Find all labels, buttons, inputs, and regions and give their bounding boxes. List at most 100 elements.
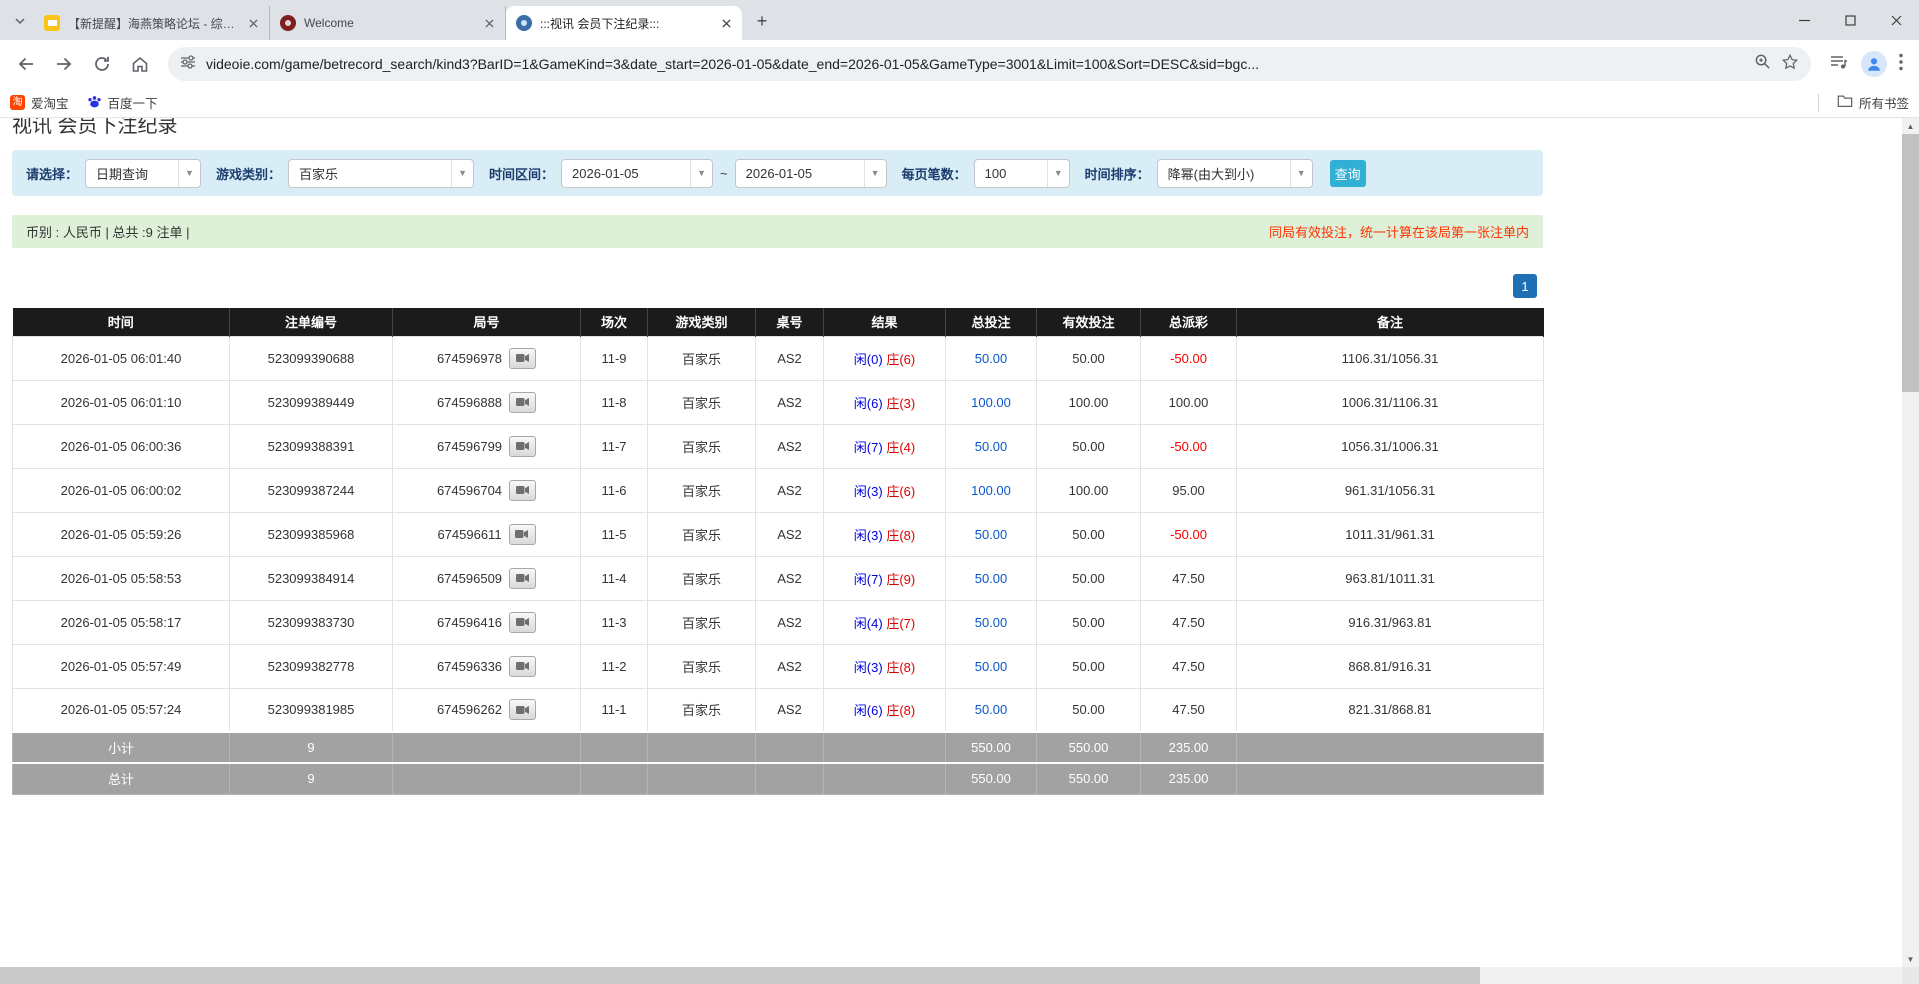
scroll-up-icon[interactable]: ▲ [1902,118,1919,134]
result-banker: 庄(8) [886,703,915,718]
forward-icon[interactable] [48,48,80,80]
video-replay-button[interactable] [509,524,536,545]
site-info-icon[interactable] [180,54,196,75]
total-bet-link[interactable]: 50.00 [975,439,1008,454]
bet-record-row: 2026-01-05 06:01:40523099390688674596978… [13,336,1544,380]
payout-value: 47.50 [1172,659,1205,674]
video-replay-button[interactable] [509,568,536,589]
date-end-select[interactable]: 2026-01-05 ▼ [735,159,887,188]
cell-result: 闲(3) 庄(6) [824,468,946,512]
tab-close-icon[interactable] [718,15,734,31]
browser-tab-active[interactable]: :::视讯 会员下注纪录::: [506,6,742,40]
total-bet-link[interactable]: 50.00 [975,615,1008,630]
home-icon[interactable] [124,48,156,80]
tab-search-chevron-icon[interactable] [6,7,34,35]
query-type-select[interactable]: 日期查询 ▼ [85,159,201,188]
footer-cell [824,732,946,763]
total-bet-link[interactable]: 50.00 [975,702,1008,717]
close-window-icon[interactable] [1873,0,1919,40]
cell-table-no: AS2 [756,336,824,380]
total-bet-link[interactable]: 100.00 [971,395,1011,410]
media-controls-icon[interactable] [1829,52,1849,77]
tab-close-icon[interactable] [481,15,497,31]
scroll-down-icon[interactable]: ▼ [1902,951,1919,967]
video-replay-button[interactable] [509,699,536,720]
cell-bet-id: 523099381985 [230,688,393,732]
cell-session: 11-1 [581,688,648,732]
menu-dots-icon[interactable] [1899,53,1903,76]
result-player: 闲(0) [854,352,883,367]
result-banker: 庄(3) [886,396,915,411]
round-number: 674596416 [437,615,502,630]
address-bar[interactable]: videoie.com/game/betrecord_search/kind3?… [168,47,1811,81]
video-replay-button[interactable] [509,392,536,413]
video-replay-button[interactable] [509,656,536,677]
profile-avatar[interactable] [1861,51,1887,77]
total-bet-link[interactable]: 50.00 [975,527,1008,542]
video-replay-button[interactable] [509,436,536,457]
footer-cell: 小计 [13,732,230,763]
cell-payout: -50.00 [1141,512,1237,556]
cell-bet-id: 523099382778 [230,644,393,688]
cell-total-bet: 50.00 [946,644,1037,688]
date-start-select[interactable]: 2026-01-05 ▼ [561,159,713,188]
cell-note: 1011.31/961.31 [1237,512,1544,556]
cell-total-bet: 50.00 [946,600,1037,644]
result-player: 闲(3) [854,484,883,499]
tab-favicon [516,15,532,31]
total-bet-link[interactable]: 100.00 [971,483,1011,498]
tab-close-icon[interactable] [245,15,261,31]
search-button[interactable]: 查询 [1330,160,1366,187]
horizontal-scrollbar[interactable] [0,967,1902,984]
footer-cell [1237,732,1544,763]
payout-value: 47.50 [1172,702,1205,717]
cell-result: 闲(7) 庄(9) [824,556,946,600]
per-page-select[interactable]: 100 ▼ [974,159,1070,188]
bookmark-taobao[interactable]: 淘 爱淘宝 [10,93,69,112]
cell-session: 11-3 [581,600,648,644]
new-tab-button[interactable]: + [748,7,776,35]
footer-cell: 235.00 [1141,763,1237,794]
cell-time: 2026-01-05 05:58:17 [13,600,230,644]
game-type-select[interactable]: 百家乐 ▼ [288,159,474,188]
bookmarks-bar: 淘 爱淘宝 百度一下 所有书签 [0,88,1919,118]
minimize-icon[interactable] [1781,0,1827,40]
video-replay-button[interactable] [509,348,536,369]
cell-note: 821.31/868.81 [1237,688,1544,732]
cell-session: 11-8 [581,380,648,424]
cell-session: 11-9 [581,336,648,380]
sort-order-select[interactable]: 降幂(由大到小) ▼ [1157,159,1313,188]
maximize-icon[interactable] [1827,0,1873,40]
vertical-scrollbar-thumb[interactable] [1902,134,1919,392]
video-replay-button[interactable] [509,480,536,501]
total-bet-link[interactable]: 50.00 [975,351,1008,366]
video-replay-button[interactable] [509,612,536,633]
all-bookmarks[interactable]: 所有书签 [1837,93,1909,112]
chevron-down-icon: ▼ [451,160,473,187]
footer-cell [756,732,824,763]
browser-tab[interactable]: 【新提醒】海燕策略论坛 - 综合... [34,6,270,40]
reload-icon[interactable] [86,48,118,80]
cell-bet-id: 523099390688 [230,336,393,380]
date-range-tilde: ~ [720,166,728,181]
horizontal-scrollbar-thumb[interactable] [0,967,1480,984]
bookmark-star-icon[interactable] [1781,53,1799,76]
tab-title: Welcome [304,16,473,30]
zoom-icon[interactable] [1754,53,1771,75]
browser-tab[interactable]: Welcome [270,6,506,40]
page-1-button[interactable]: 1 [1513,274,1537,298]
cell-round: 674596262 [393,688,581,732]
back-icon[interactable] [10,48,42,80]
result-banker: 庄(8) [886,660,915,675]
cell-round: 674596888 [393,380,581,424]
cell-valid-bet: 50.00 [1037,336,1141,380]
cell-note: 1106.31/1056.31 [1237,336,1544,380]
vertical-scrollbar[interactable]: ▲ ▼ [1902,118,1919,967]
total-bet-link[interactable]: 50.00 [975,571,1008,586]
bookmark-baidu[interactable]: 百度一下 [87,93,158,112]
footer-cell [824,763,946,794]
bet-record-row: 2026-01-05 05:58:53523099384914674596509… [13,556,1544,600]
column-header: 游戏类别 [648,308,756,336]
bet-record-row: 2026-01-05 05:57:24523099381985674596262… [13,688,1544,732]
total-bet-link[interactable]: 50.00 [975,659,1008,674]
